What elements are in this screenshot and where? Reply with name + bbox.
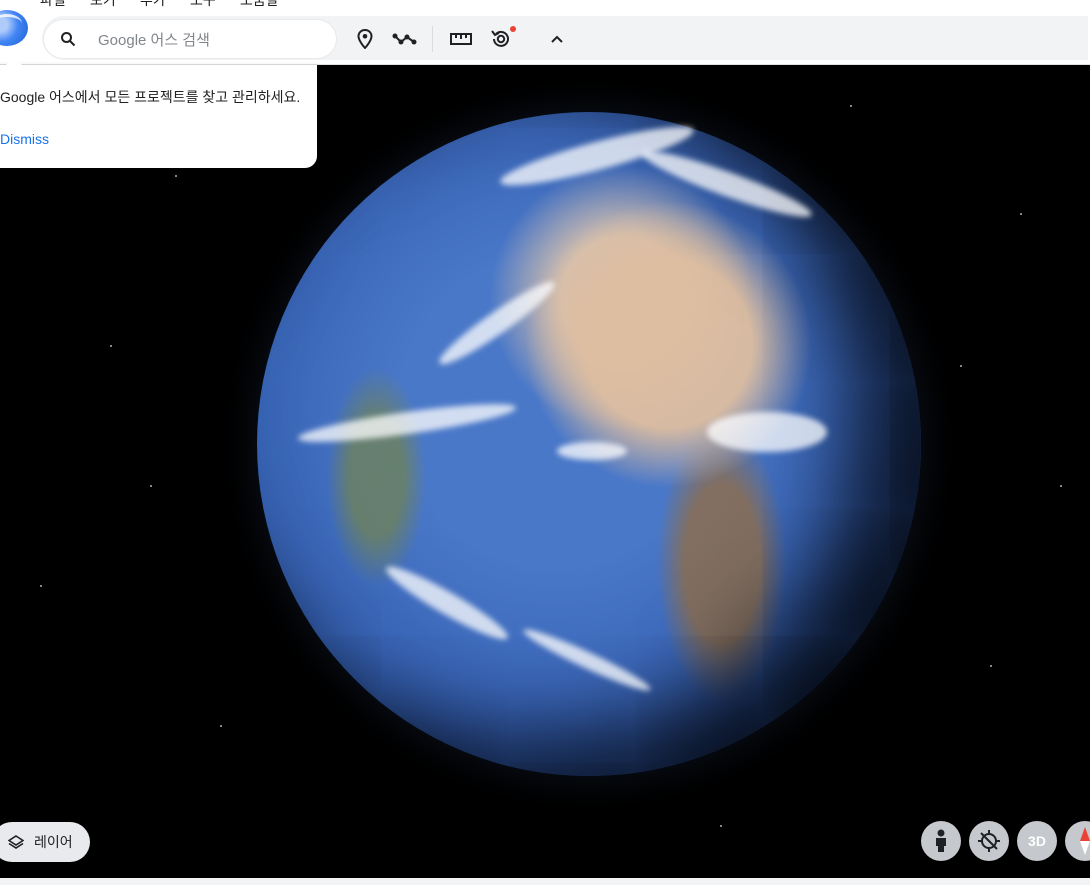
collapse-toolbar-button[interactable] bbox=[544, 26, 570, 52]
notification-dot bbox=[510, 26, 516, 32]
pegman-icon bbox=[936, 829, 946, 852]
cloud bbox=[380, 558, 514, 648]
star bbox=[175, 175, 177, 177]
path-icon bbox=[392, 33, 417, 45]
place-marker-button[interactable] bbox=[352, 26, 378, 52]
popup-message: Google 어스에서 모든 프로젝트를 찾고 관리하세요. bbox=[0, 89, 301, 105]
toolbar-divider bbox=[432, 26, 433, 52]
projects-tip-popup: Google 어스에서 모든 프로젝트를 찾고 관리하세요. Dismiss bbox=[0, 57, 317, 168]
star bbox=[220, 725, 222, 727]
google-earth-logo[interactable] bbox=[0, 10, 28, 46]
street-view-button[interactable] bbox=[921, 821, 961, 861]
cloud bbox=[707, 412, 827, 452]
menu-help[interactable]: 도움말 bbox=[240, 0, 279, 10]
cloud bbox=[520, 623, 654, 697]
chevron-up-icon bbox=[551, 35, 563, 43]
star bbox=[150, 485, 152, 487]
measure-button[interactable] bbox=[448, 26, 474, 52]
menu-tools[interactable]: 도구 bbox=[190, 0, 216, 10]
star bbox=[990, 665, 992, 667]
earth-globe[interactable] bbox=[257, 112, 921, 776]
menu-view[interactable]: 보기 bbox=[90, 0, 116, 10]
star bbox=[720, 825, 722, 827]
search-input[interactable] bbox=[96, 29, 330, 51]
toggle-3d-button[interactable]: 3D bbox=[1017, 821, 1057, 861]
search-box bbox=[44, 20, 336, 58]
my-location-button[interactable] bbox=[969, 821, 1009, 861]
star bbox=[1060, 485, 1062, 487]
place-marker-icon bbox=[357, 29, 373, 49]
layers-icon bbox=[8, 835, 24, 849]
layers-label: 레이어 bbox=[34, 834, 73, 850]
cloud bbox=[433, 273, 561, 373]
location-disabled-icon bbox=[978, 830, 1000, 852]
history-icon bbox=[491, 30, 509, 47]
top-toolbar: 파일 보기 추가 도구 도움말 bbox=[0, 0, 1090, 65]
star bbox=[40, 585, 42, 587]
draw-path-button[interactable] bbox=[392, 26, 418, 52]
cloud bbox=[557, 442, 627, 460]
star bbox=[1020, 213, 1022, 215]
star bbox=[850, 105, 852, 107]
search-icon bbox=[61, 32, 76, 47]
menu-file[interactable]: 파일 bbox=[40, 0, 66, 10]
dismiss-button[interactable]: Dismiss bbox=[0, 131, 49, 147]
status-bar bbox=[0, 878, 1090, 885]
compass-icon bbox=[1080, 827, 1090, 855]
layers-button[interactable]: 레이어 bbox=[0, 822, 90, 862]
menu-add[interactable]: 추가 bbox=[140, 0, 166, 10]
star bbox=[960, 365, 962, 367]
cloud bbox=[296, 396, 518, 450]
star bbox=[110, 345, 112, 347]
ruler-icon bbox=[450, 33, 472, 45]
